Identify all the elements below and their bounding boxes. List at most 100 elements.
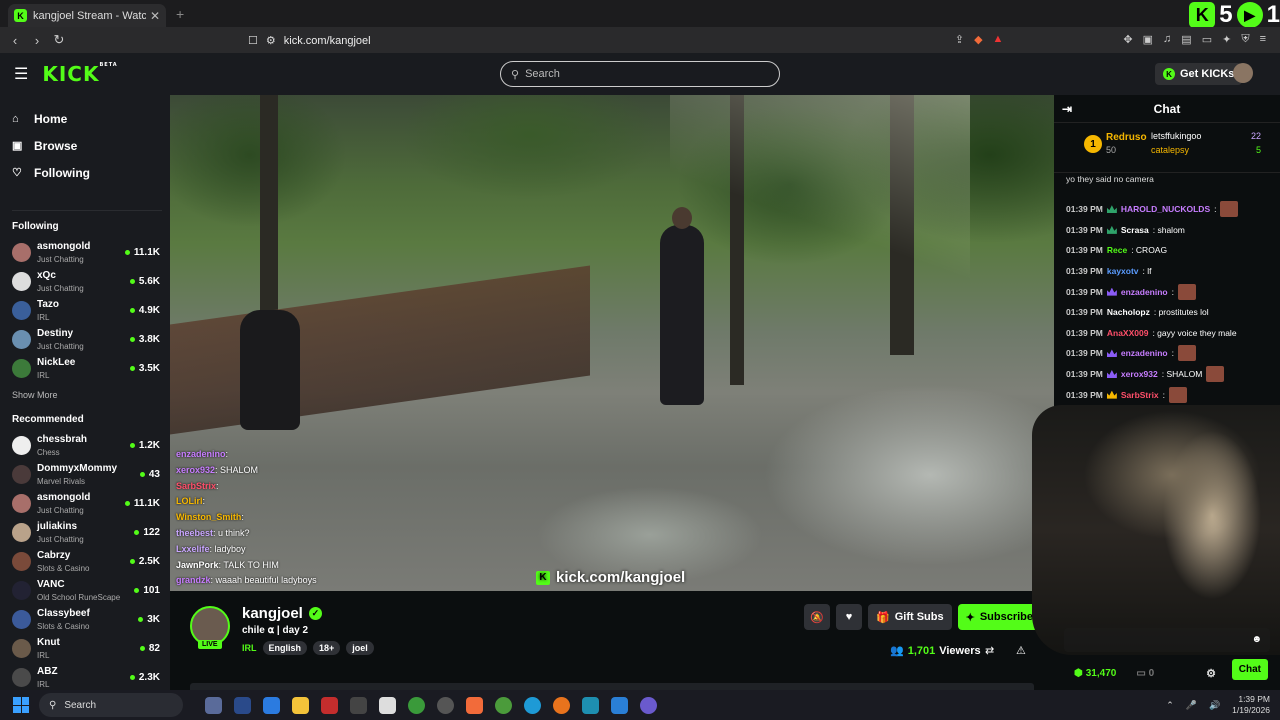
gift-subs-button[interactable]: 🎁 Gift Subs (868, 604, 952, 630)
chevron-up-icon[interactable]: ⌃ (1166, 700, 1174, 711)
taskbar-search[interactable]: ⚲ Search (39, 693, 183, 717)
app-icon[interactable] (437, 696, 454, 714)
sidebar-item-following[interactable]: ♡ Following (12, 159, 170, 186)
kick-logo[interactable]: KICKBETA (42, 62, 117, 86)
chat-message[interactable]: 01:39 PM Nacholopz: prostitutes lol (1066, 302, 1280, 323)
subscribe-button[interactable]: ✦ Subscribe (957, 604, 1041, 630)
app-icon[interactable] (379, 696, 396, 714)
app-icon[interactable] (205, 696, 222, 714)
app-icon[interactable] (350, 696, 367, 714)
microphone-icon[interactable]: 🎤 (1186, 700, 1197, 711)
shield-icon[interactable]: ◆ (974, 33, 982, 46)
browser-tab[interactable]: K kangjoel Stream - Watch Live ✕ (8, 3, 166, 28)
user-avatar[interactable] (1233, 63, 1253, 83)
chat-message[interactable]: 01:39 PM enzadenino: (1066, 343, 1280, 364)
sidebar-channel[interactable]: asmongold Just Chatting 11.1K (12, 489, 160, 518)
site-info-icon[interactable]: ⚙ (266, 34, 276, 47)
sidebar-channel[interactable]: DommyxMommy Marvel Rivals 43 (12, 460, 160, 489)
chat-message[interactable]: 01:39 PM AnaXX009: gayy voice they male (1066, 323, 1280, 344)
sidebar-channel[interactable]: Tazo IRL 4.9K (12, 296, 160, 325)
share-icon[interactable]: ⇪ (955, 33, 964, 46)
screenshot-icon[interactable]: ▣ (1143, 33, 1153, 46)
share-icon[interactable]: ⇄ (985, 644, 994, 657)
app-icon[interactable] (321, 696, 338, 714)
leaderboard-entry[interactable]: letsffukingoo 22 (1151, 129, 1261, 143)
report-icon[interactable]: ⚠ (1016, 644, 1026, 657)
sidebar-channel[interactable]: juliakins Just Chatting 122 (12, 518, 160, 547)
kicks-balance[interactable]: ▭ 0 (1136, 668, 1154, 679)
chat-username[interactable]: AnaXX009 (1107, 328, 1149, 338)
app-icon[interactable] (408, 696, 425, 714)
app-icon[interactable] (582, 696, 599, 714)
leaderboard-first[interactable]: 1 Redruso 50 (1084, 131, 1147, 157)
menu-icon[interactable]: ≡ (1260, 33, 1266, 46)
sidebar-channel[interactable]: Cabrzy Slots & Casino 2.5K (12, 547, 160, 576)
sidebar-channel[interactable]: VANC Old School RuneScape 101 (12, 576, 160, 605)
search-input[interactable]: ⚲ Search (500, 61, 780, 87)
category-link[interactable]: IRL (242, 643, 257, 653)
discord-icon[interactable] (640, 696, 657, 714)
emoji-icon[interactable]: ☻ (1251, 634, 1262, 645)
url-field[interactable]: ☐ ⚙ kick.com/kangjoel (248, 31, 988, 50)
chat-message[interactable]: 01:39 PM enzadenino: (1066, 281, 1280, 302)
chat-username[interactable]: xerox932 (1121, 369, 1158, 379)
tag[interactable]: joel (346, 641, 374, 655)
sidebar-item-browse[interactable]: ▣ Browse (12, 132, 170, 159)
app-icon[interactable] (234, 696, 251, 714)
music-icon[interactable]: ♫ (1163, 33, 1171, 46)
chat-username[interactable]: HAROLD_NUCKOLDS (1121, 204, 1210, 214)
channel-name[interactable]: kangjoel (242, 605, 303, 622)
extensions-icon[interactable]: ✥ (1123, 33, 1132, 46)
app-icon[interactable] (263, 696, 280, 714)
chrome-icon[interactable] (495, 696, 512, 714)
chat-username[interactable]: SarbStrix (1121, 390, 1159, 400)
clock[interactable]: 1:39 PM 1/19/2026 (1232, 694, 1270, 716)
follow-button[interactable]: ♥ (836, 604, 862, 630)
close-tab-icon[interactable]: ✕ (150, 9, 160, 23)
chat-message[interactable]: 01:39 PM xerox932: SHALOM (1066, 364, 1280, 385)
vpn-icon[interactable]: ⛨ (1241, 33, 1249, 46)
sidebar-channel[interactable]: NickLee IRL 3.5K (12, 354, 160, 383)
sidebar-channel[interactable]: chessbrah Chess 1.2K (12, 431, 160, 460)
send-chat-button[interactable]: Chat (1231, 659, 1268, 680)
chat-message[interactable]: 01:39 PM HAROLD_NUCKOLDS: (1066, 199, 1280, 220)
ai-icon[interactable]: ✦ (1222, 33, 1231, 46)
hamburger-icon[interactable]: ☰ (14, 64, 28, 84)
chat-message[interactable]: 01:39 PM Rece: CROAG (1066, 240, 1280, 261)
back-icon[interactable]: ‹ (4, 33, 26, 48)
channel-points[interactable]: ⬢ 31,470 (1074, 668, 1116, 679)
sidebar-channel[interactable]: xQc Just Chatting 5.6K (12, 267, 160, 296)
sidebar-channel[interactable]: asmongold Just Chatting 11.1K (12, 238, 160, 267)
sidebar-channel[interactable]: ABZ IRL 2.3K (12, 663, 160, 692)
bookmark-icon[interactable]: ☐ (248, 34, 258, 47)
get-kicks-button[interactable]: K Get KICKs (1155, 63, 1243, 85)
edge-icon[interactable] (524, 696, 541, 714)
chat-message[interactable]: 01:39 PM SarbStrix: (1066, 384, 1280, 405)
chat-settings-icon[interactable]: ⚙ (1206, 667, 1216, 680)
windows-start-icon[interactable] (13, 697, 29, 713)
leaderboard-entry[interactable]: catalepsy 5 (1151, 143, 1261, 157)
notifications-button[interactable]: 🔕 (804, 604, 830, 630)
show-more-link[interactable]: Show More (12, 390, 170, 400)
chat-username[interactable]: Nacholopz (1107, 307, 1150, 317)
reload-icon[interactable]: ↻ (48, 32, 70, 48)
video-player[interactable]: enzadenino: xerox932: SHALOM SarbStrix: LOL… (170, 95, 1054, 591)
sidebar-icon[interactable]: ▤ (1181, 33, 1191, 46)
vscode-icon[interactable] (611, 696, 628, 714)
chat-username[interactable]: Rece (1107, 245, 1127, 255)
firefox-icon[interactable] (553, 696, 570, 714)
sidebar-item-home[interactable]: ⌂ Home (12, 105, 170, 132)
chat-username[interactable]: Scrasa (1121, 225, 1149, 235)
sidebar-channel[interactable]: Knut IRL 82 (12, 634, 160, 663)
wallet-icon[interactable]: ▭ (1202, 33, 1212, 46)
file-explorer-icon[interactable] (292, 696, 309, 714)
rewards-icon[interactable]: ▲ (993, 33, 1004, 46)
sidebar-channel[interactable]: Destiny Just Chatting 3.8K (12, 325, 160, 354)
chat-message[interactable]: 01:39 PM kayxotv: lf (1066, 261, 1280, 282)
forward-icon[interactable]: › (26, 33, 48, 48)
tag[interactable]: 18+ (313, 641, 341, 655)
chat-input[interactable]: ☻ (1064, 628, 1270, 652)
chat-username[interactable]: enzadenino (1121, 348, 1168, 358)
new-tab-button[interactable]: + (176, 6, 184, 22)
collapse-chat-icon[interactable]: ⇥ (1062, 102, 1072, 116)
